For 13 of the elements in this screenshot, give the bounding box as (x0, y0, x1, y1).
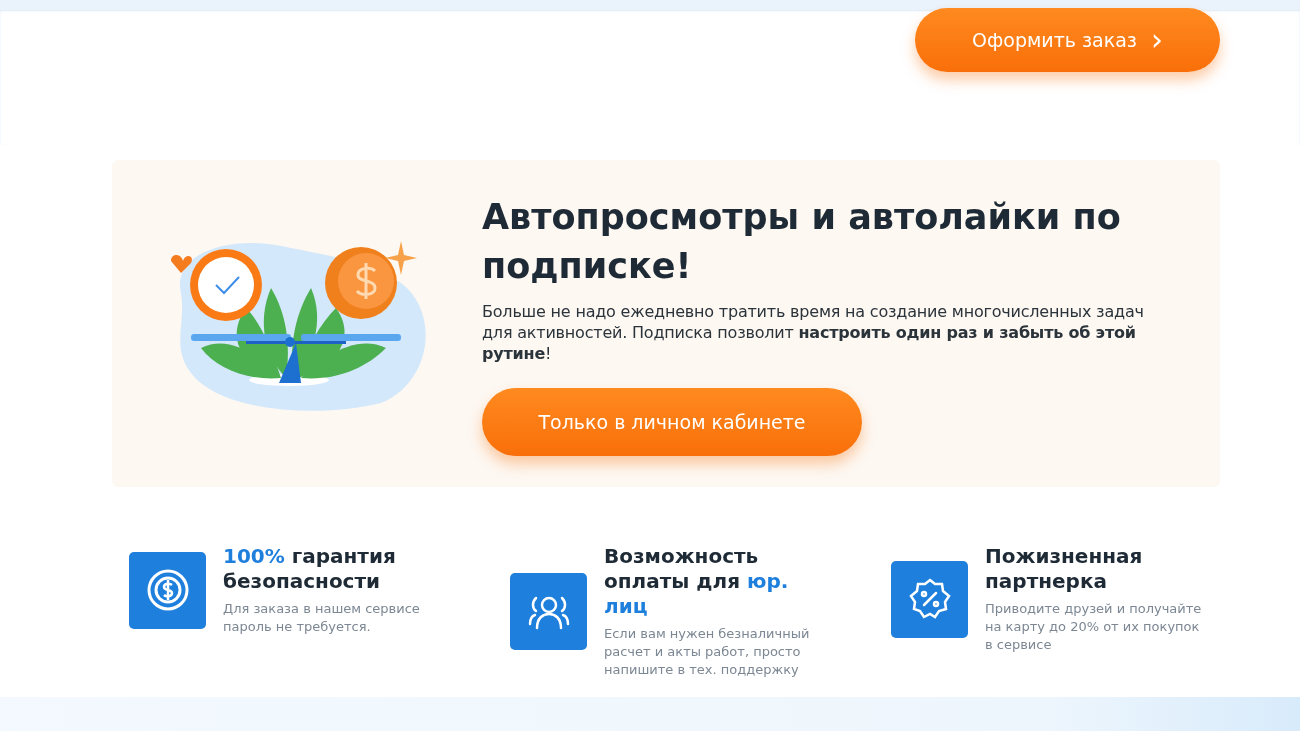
promo-description: Больше не надо ежедневно тратить время на создание многочисленных задач для активностей. Подписка позволит настроить один раз и забыть об этой рутине! (482, 301, 1145, 364)
discount-badge-icon (907, 577, 952, 621)
feature-title: 100% гарантия безопасности (223, 544, 397, 594)
account-button[interactable]: Только в личном кабинете (482, 388, 862, 456)
chevron-icon: › (1150, 25, 1163, 55)
feature-description: Для заказа в нашем сервисе пароль не требуется. (223, 600, 421, 636)
feature-description: Если вам нужен безналичный расчет и акты работ, просто напишите в тех. поддержку (604, 625, 811, 679)
dollar-coin-icon (145, 568, 190, 612)
feature-description: Приводите друзей и получайте на карту до 20% от их покупок в сервисе (985, 600, 1203, 654)
promo-title: Автопросмотры и автолайки по подписке! (482, 196, 1122, 288)
feature-title: Пожизненная партнерка (985, 544, 1144, 594)
order-button[interactable]: Оформить заказ › (915, 8, 1220, 72)
feature-title: Возможность оплаты для юр. лиц (604, 544, 790, 619)
